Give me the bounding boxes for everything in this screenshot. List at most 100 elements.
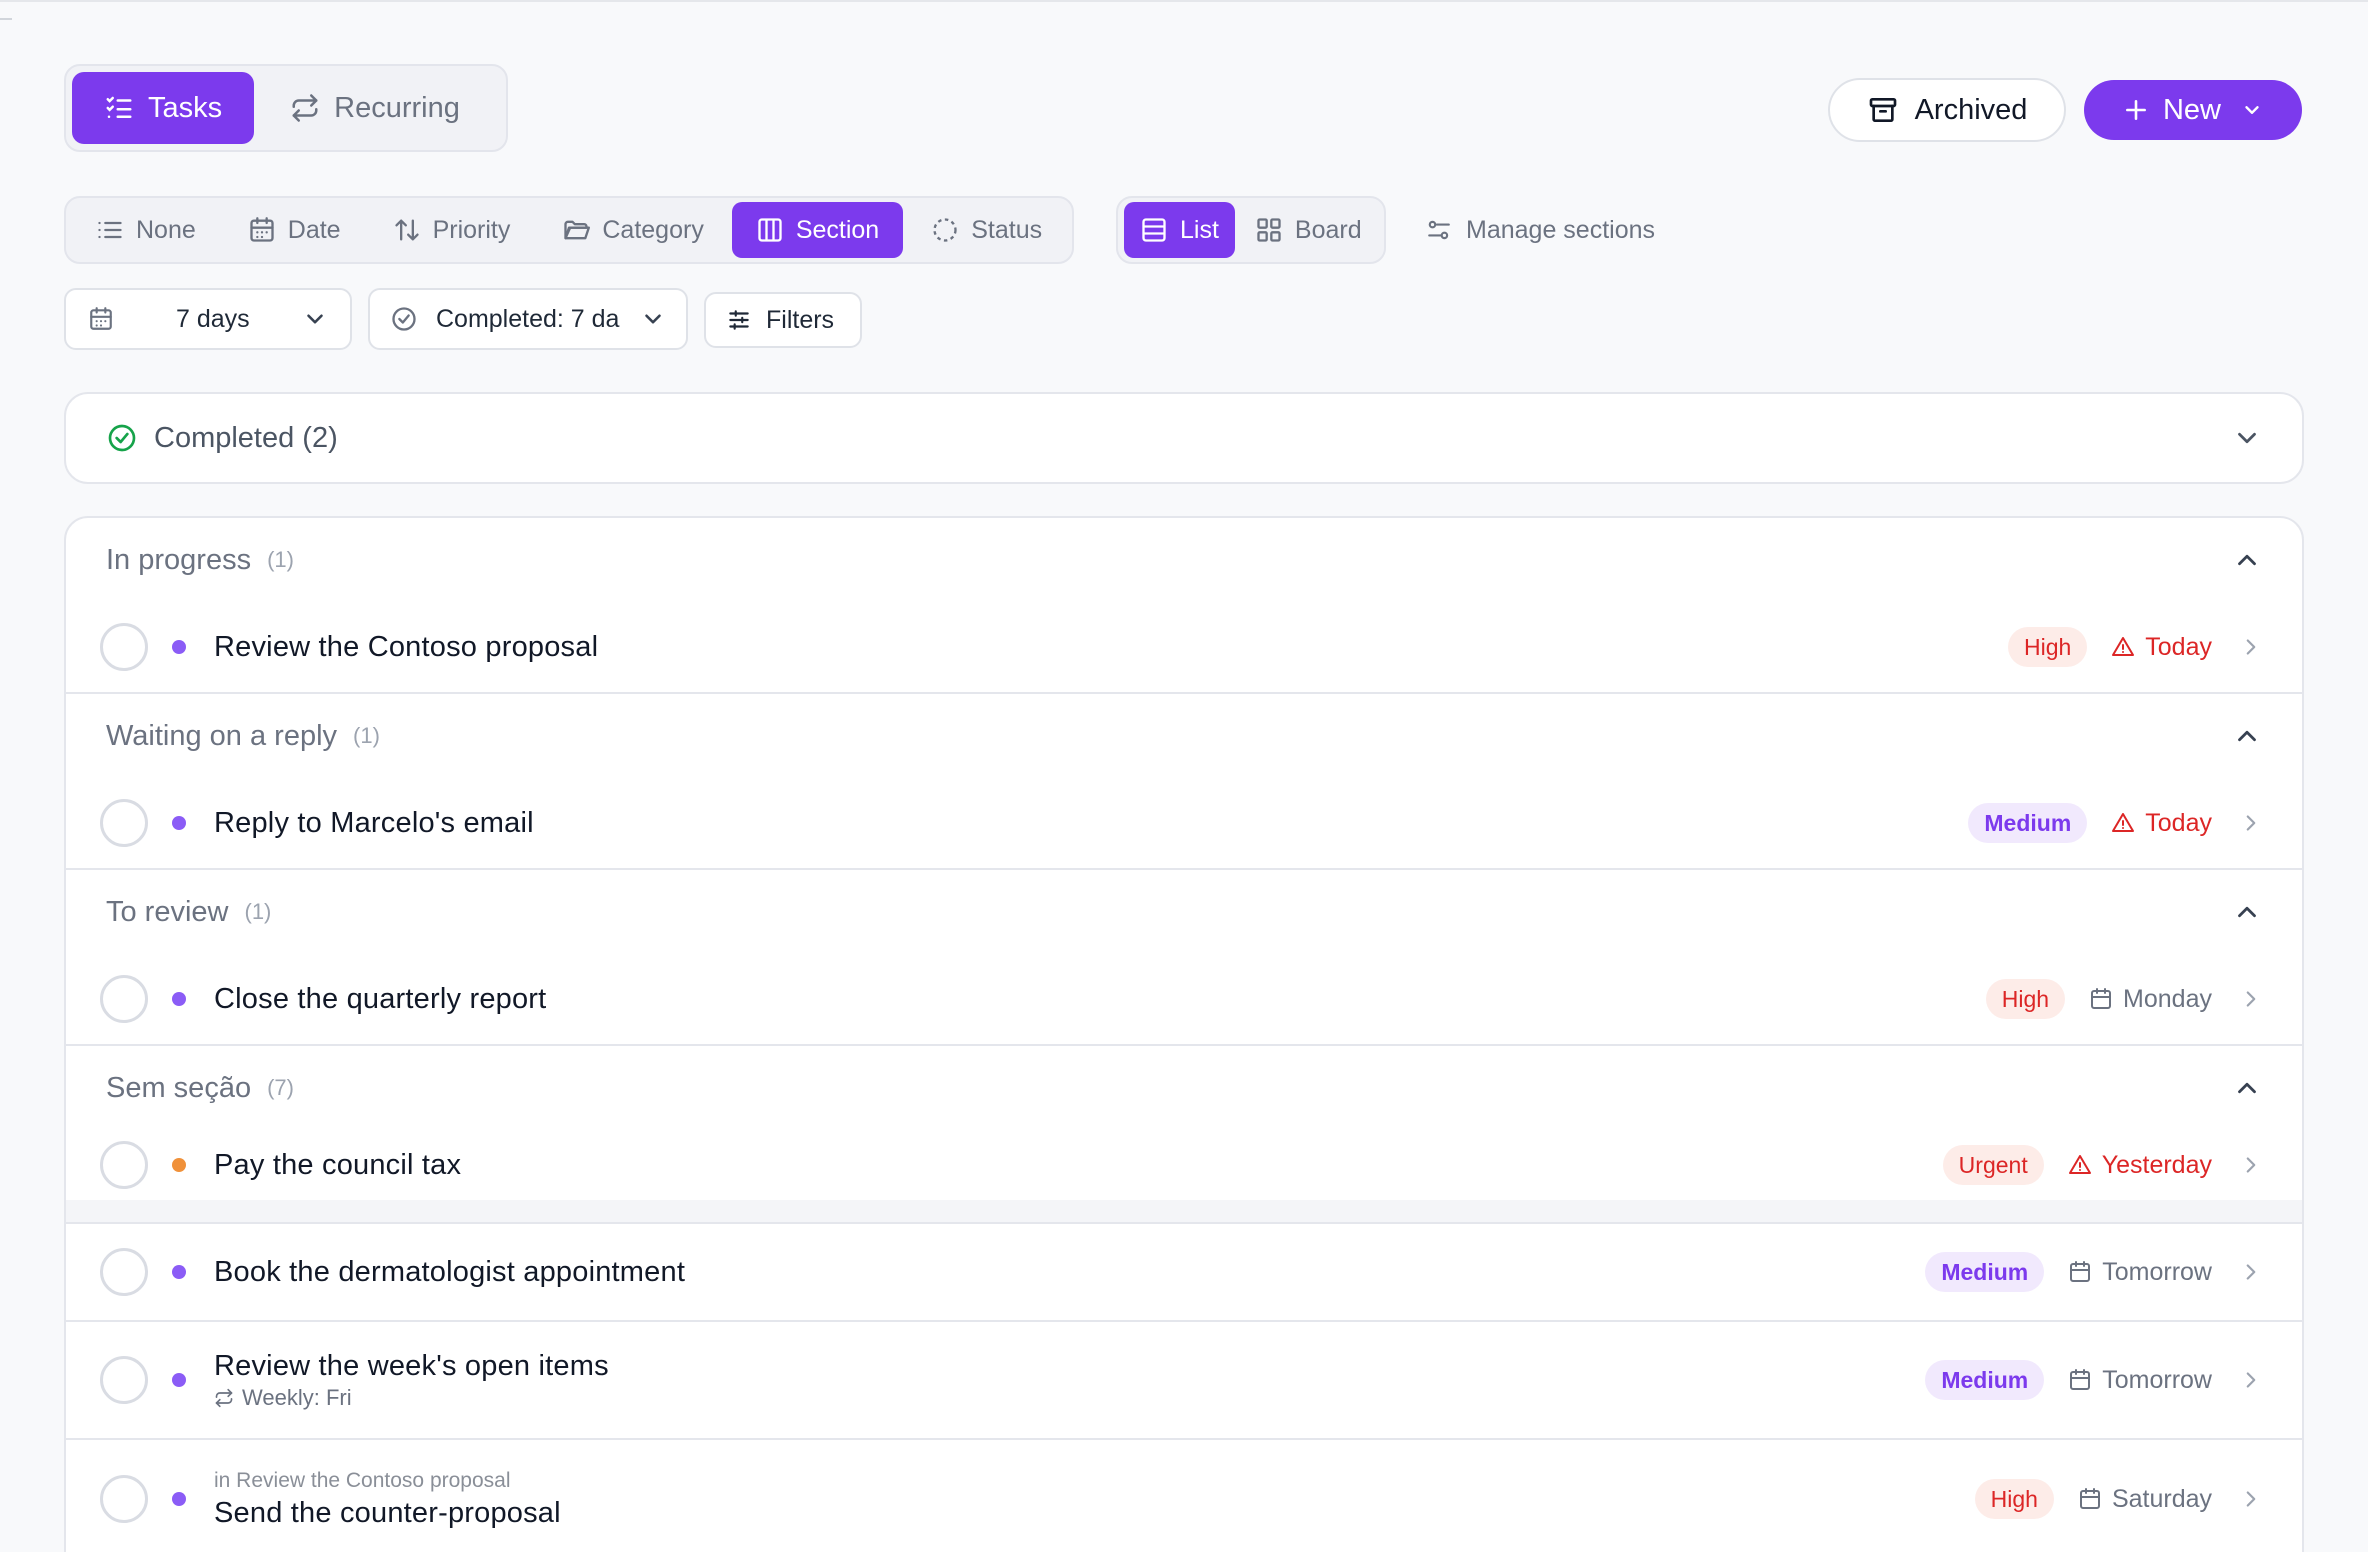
- calendar-icon: [250, 217, 274, 242]
- group-date[interactable]: Date: [224, 202, 365, 258]
- priority-badge: Medium: [1925, 1252, 2045, 1292]
- folder-icon: [564, 220, 591, 240]
- category-dot: [172, 992, 186, 1006]
- task-row[interactable]: Close the quarterly report High Monday: [66, 954, 2302, 1046]
- task-title: Send the counter-proposal: [214, 1496, 561, 1529]
- dashed-circle-icon: [933, 218, 957, 242]
- task-row[interactable]: Review the Contoso proposal High Today: [66, 602, 2302, 694]
- section-header-to-review[interactable]: To review (1): [66, 870, 2302, 954]
- chevron-up-icon: [2238, 1082, 2256, 1094]
- settings-sliders-icon: [1428, 220, 1450, 240]
- layout-list-label: List: [1180, 215, 1219, 244]
- check-circle-icon: [392, 307, 416, 331]
- recurrence-label: Weekly: Fri: [242, 1384, 352, 1410]
- task-checkbox[interactable]: [100, 799, 148, 847]
- due-date: Yesterday: [2068, 1151, 2212, 1180]
- chevron-down-icon: [2245, 106, 2259, 114]
- calendar-icon: [2091, 988, 2112, 1009]
- tab-tasks[interactable]: Tasks: [72, 72, 255, 144]
- due-label: Tomorrow: [2102, 1257, 2212, 1286]
- due-label: Monday: [2123, 984, 2212, 1013]
- layout-toggle: List Board: [1116, 196, 1386, 264]
- category-dot: [172, 1158, 186, 1172]
- task-title: Reply to Marcelo's email: [214, 806, 534, 839]
- category-dot: [172, 1492, 186, 1506]
- warning-triangle-icon: [2112, 813, 2135, 832]
- parent-task-label: in Review the Contoso proposal: [214, 1468, 511, 1492]
- task-row[interactable]: Pay the council tax Urgent Yesterday: [66, 1130, 2302, 1200]
- new-button[interactable]: New: [2084, 80, 2302, 140]
- task-title: Close the quarterly report: [214, 982, 547, 1015]
- chevron-right-icon: [2246, 1491, 2256, 1507]
- priority-badge: Medium: [1925, 1360, 2045, 1400]
- sort-arrows-icon: [394, 219, 419, 241]
- board-grid-icon: [1257, 218, 1281, 242]
- category-dot: [172, 1373, 186, 1387]
- completed-toggle[interactable]: Completed (2): [66, 394, 2302, 482]
- priority-badge: Medium: [1968, 803, 2088, 843]
- due-date: Tomorrow: [2068, 1366, 2212, 1395]
- task-title: Review the Contoso proposal: [214, 630, 599, 663]
- section-header-sem-secao[interactable]: Sem seção (7): [66, 1046, 2302, 1130]
- task-row[interactable]: in Review the Contoso proposal Send the …: [66, 1440, 2302, 1552]
- chevron-down-icon: [307, 314, 323, 324]
- due-date: Today: [2111, 633, 2212, 662]
- repeat-icon: [215, 1388, 233, 1407]
- chevron-right-icon: [2246, 1264, 2256, 1280]
- priority-badge: High: [1974, 1479, 2054, 1519]
- group-priority[interactable]: Priority: [369, 202, 535, 258]
- due-label: Yesterday: [2101, 1150, 2212, 1179]
- group-category-label: Category: [602, 215, 704, 244]
- group-section[interactable]: Section: [731, 202, 904, 258]
- task-checkbox[interactable]: [100, 623, 148, 671]
- repeat-icon: [292, 94, 318, 122]
- calendar-icon: [2070, 1369, 2091, 1390]
- warning-triangle-icon: [2112, 637, 2135, 656]
- archived-label: Archived: [1914, 93, 2028, 126]
- task-title: Review the week's open items: [214, 1349, 609, 1382]
- group-priority-label: Priority: [432, 215, 511, 244]
- plus-icon: [2126, 100, 2146, 120]
- due-date: Tomorrow: [2068, 1258, 2212, 1287]
- layout-board[interactable]: Board: [1239, 202, 1378, 258]
- task-checkbox[interactable]: [100, 1141, 148, 1189]
- task-checkbox[interactable]: [100, 1475, 148, 1523]
- tab-recurring[interactable]: Recurring: [260, 72, 500, 144]
- task-list-icon: [106, 96, 132, 118]
- section-header-waiting[interactable]: Waiting on a reply (1): [66, 694, 2302, 778]
- priority-badge: High: [1985, 979, 2066, 1019]
- filters-button[interactable]: Filters: [704, 292, 862, 348]
- date-range-select[interactable]: 7 days: [64, 288, 352, 350]
- completed-range-value: Completed: 7 da: [436, 304, 620, 333]
- columns-icon: [758, 218, 782, 242]
- task-row[interactable]: Review the week's open items Weekly: Fri…: [66, 1322, 2302, 1440]
- layout-list[interactable]: List: [1124, 202, 1235, 258]
- group-status[interactable]: Status: [907, 202, 1066, 258]
- chevron-down-icon: [2238, 432, 2256, 444]
- chevron-up-icon: [2238, 730, 2256, 742]
- filter-sliders-icon: [729, 310, 749, 330]
- group-category[interactable]: Category: [538, 202, 727, 258]
- group-none[interactable]: None: [72, 202, 220, 258]
- layout-board-label: Board: [1294, 215, 1362, 244]
- task-title: Pay the council tax: [214, 1148, 462, 1181]
- task-checkbox[interactable]: [100, 1248, 148, 1296]
- archived-button[interactable]: Archived: [1828, 78, 2066, 142]
- manage-sections-button[interactable]: Manage sections: [1426, 214, 1655, 246]
- completed-range-select[interactable]: Completed: 7 da: [368, 288, 688, 350]
- due-label: Today: [2145, 632, 2212, 661]
- recurrence-info: Weekly: Fri: [214, 1385, 609, 1411]
- section-header-in-progress[interactable]: In progress (1): [66, 518, 2302, 602]
- due-date: Saturday: [2078, 1485, 2212, 1514]
- task-checkbox[interactable]: [100, 1356, 148, 1404]
- task-row[interactable]: Reply to Marcelo's email Medium Today: [66, 778, 2302, 870]
- list-layout-icon: [1142, 218, 1166, 242]
- category-dot: [172, 816, 186, 830]
- task-checkbox[interactable]: [100, 975, 148, 1023]
- group-section-label: Section: [795, 215, 880, 244]
- task-row[interactable]: Book the dermatologist appointment Mediu…: [66, 1224, 2302, 1322]
- due-label: Saturday: [2111, 1484, 2212, 1513]
- warning-triangle-icon: [2068, 1155, 2091, 1174]
- check-circle-icon: [108, 424, 136, 452]
- date-range-value: 7 days: [176, 304, 250, 333]
